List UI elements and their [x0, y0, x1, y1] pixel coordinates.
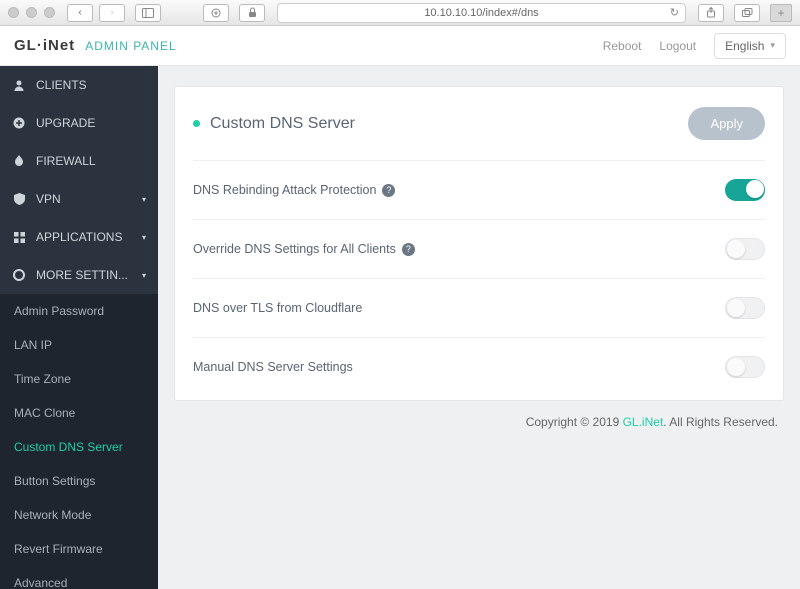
privacy-button[interactable] [239, 4, 265, 22]
toggle-override-dns[interactable] [725, 238, 765, 260]
more-settings-submenu: Admin Password LAN IP Time Zone MAC Clon… [0, 294, 158, 589]
sidebar-icon [142, 8, 154, 18]
brand-suffix: iNet [43, 37, 75, 54]
card-header: Custom DNS Server Apply [175, 87, 783, 154]
top-nav: GL·iNet ADMIN PANEL Reboot Logout Englis… [0, 26, 800, 66]
sub-button-settings[interactable]: Button Settings [0, 464, 158, 498]
reload-icon[interactable]: ↻ [670, 6, 679, 19]
card-body: DNS Rebinding Attack Protection ? Overri… [175, 160, 783, 400]
setting-label: Override DNS Settings for All Clients [193, 242, 396, 256]
reader-icon [211, 8, 221, 18]
sub-admin-password[interactable]: Admin Password [0, 294, 158, 328]
clients-icon [12, 79, 26, 91]
sub-network-mode[interactable]: Network Mode [0, 498, 158, 532]
topnav-right: Reboot Logout English ▾ [603, 33, 786, 59]
sidebar-item-label: CLIENTS [36, 78, 87, 92]
sub-custom-dns[interactable]: Custom DNS Server [0, 430, 158, 464]
sidebar-item-label: APPLICATIONS [36, 230, 122, 244]
status-dot-icon [193, 120, 200, 127]
language-select[interactable]: English ▾ [714, 33, 786, 59]
sidebar-item-label: VPN [36, 192, 61, 206]
sidebar-item-vpn[interactable]: VPN ▾ [0, 180, 158, 218]
dns-settings-card: Custom DNS Server Apply DNS Rebinding At… [174, 86, 784, 401]
footer-brand-link[interactable]: GL.iNet [623, 415, 664, 429]
sidebar-item-clients[interactable]: CLIENTS [0, 66, 158, 104]
brand-logo: GL·iNet [14, 37, 75, 54]
toggle-dns-over-tls[interactable] [725, 297, 765, 319]
copyright-suffix: . All Rights Reserved. [663, 415, 778, 429]
sidebar-item-label: UPGRADE [36, 116, 95, 130]
reader-button[interactable] [203, 4, 229, 22]
logout-link[interactable]: Logout [659, 39, 696, 53]
sidebar-item-label: FIREWALL [36, 154, 96, 168]
sidebar-item-label: MORE SETTIN... [36, 268, 128, 282]
gear-icon [12, 269, 26, 281]
admin-panel-label: ADMIN PANEL [85, 39, 176, 53]
firewall-icon [12, 155, 26, 168]
sidebar-button[interactable] [135, 4, 161, 22]
browser-toolbar: ‹ › 10.10.10.10/index#/dns ↻ + [0, 0, 800, 26]
window-controls [8, 7, 55, 18]
sub-mac-clone[interactable]: MAC Clone [0, 396, 158, 430]
sub-advanced[interactable]: Advanced [0, 566, 158, 589]
chevron-down-icon: ▾ [142, 271, 146, 280]
sidebar-item-upgrade[interactable]: UPGRADE [0, 104, 158, 142]
setting-dns-over-tls: DNS over TLS from Cloudflare [193, 278, 765, 337]
tabs-button[interactable] [734, 4, 760, 22]
chevron-down-icon: ▾ [142, 195, 146, 204]
sidebar-item-more-settings[interactable]: MORE SETTIN... ▾ [0, 256, 158, 294]
close-window-button[interactable] [8, 7, 19, 18]
tabs-icon [742, 8, 753, 18]
setting-label: Manual DNS Server Settings [193, 360, 353, 374]
reboot-link[interactable]: Reboot [603, 39, 642, 53]
back-button[interactable]: ‹ [67, 4, 93, 22]
main-content: Custom DNS Server Apply DNS Rebinding At… [158, 66, 800, 589]
sub-time-zone[interactable]: Time Zone [0, 362, 158, 396]
share-icon [706, 7, 716, 18]
help-icon[interactable]: ? [402, 243, 415, 256]
upgrade-icon [12, 117, 26, 129]
sub-revert-firmware[interactable]: Revert Firmware [0, 532, 158, 566]
setting-override-dns: Override DNS Settings for All Clients ? [193, 219, 765, 278]
chevron-down-icon: ▾ [770, 40, 775, 51]
toggle-dns-rebinding[interactable] [725, 179, 765, 201]
lock-icon [248, 7, 257, 18]
zoom-window-button[interactable] [44, 7, 55, 18]
vpn-icon [12, 193, 26, 205]
brand-prefix: GL [14, 37, 37, 54]
setting-label: DNS Rebinding Attack Protection [193, 183, 376, 197]
minimize-window-button[interactable] [26, 7, 37, 18]
url-text: 10.10.10.10/index#/dns [424, 7, 538, 19]
applications-icon [12, 232, 26, 243]
toggle-manual-dns[interactable] [725, 356, 765, 378]
forward-button[interactable]: › [99, 4, 125, 22]
sidebar: CLIENTS UPGRADE FIREWALL VPN ▾ APPLICATI… [0, 66, 158, 589]
apply-button[interactable]: Apply [688, 107, 765, 140]
sidebar-item-applications[interactable]: APPLICATIONS ▾ [0, 218, 158, 256]
setting-label: DNS over TLS from Cloudflare [193, 301, 362, 315]
sub-lan-ip[interactable]: LAN IP [0, 328, 158, 362]
chevron-down-icon: ▾ [142, 233, 146, 242]
sidebar-item-firewall[interactable]: FIREWALL [0, 142, 158, 180]
share-button[interactable] [698, 4, 724, 22]
help-icon[interactable]: ? [382, 184, 395, 197]
url-bar[interactable]: 10.10.10.10/index#/dns ↻ [277, 3, 686, 23]
app-root: GL·iNet ADMIN PANEL Reboot Logout Englis… [0, 26, 800, 589]
card-title: Custom DNS Server [210, 115, 355, 133]
language-value: English [725, 39, 764, 53]
new-tab-button[interactable]: + [770, 4, 792, 22]
copyright-prefix: Copyright © 2019 [526, 415, 623, 429]
setting-manual-dns: Manual DNS Server Settings [193, 337, 765, 396]
footer: Copyright © 2019 GL.iNet. All Rights Res… [174, 401, 784, 443]
setting-dns-rebinding: DNS Rebinding Attack Protection ? [193, 160, 765, 219]
